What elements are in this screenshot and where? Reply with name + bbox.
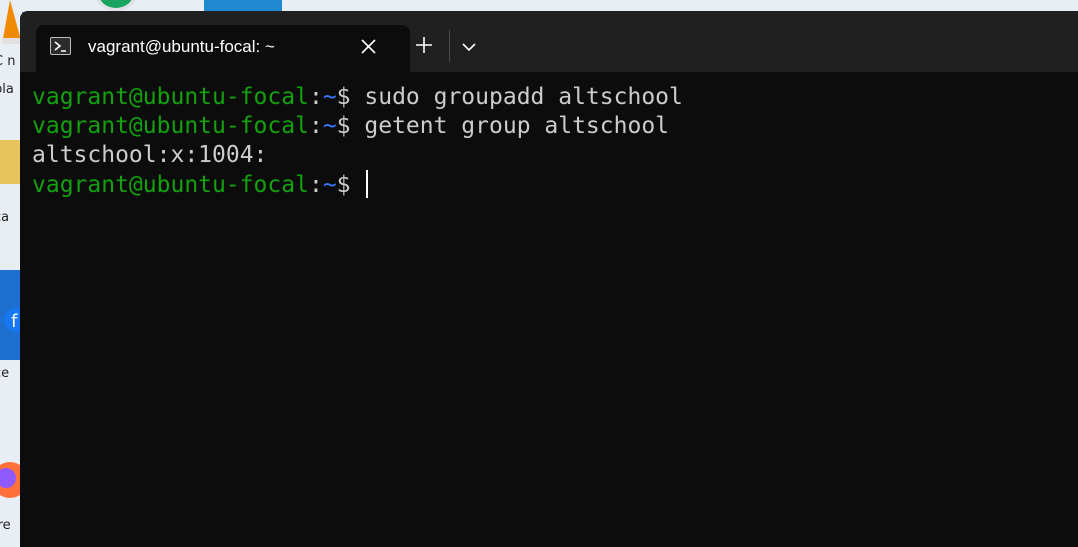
desktop-label-3: ca xyxy=(0,210,10,225)
prompt-path: ~ xyxy=(322,113,337,139)
chevron-down-icon[interactable] xyxy=(458,37,480,57)
desktop-background: C n pla ca f ce ire xyxy=(0,0,22,547)
prompt-sep: : xyxy=(308,113,323,139)
terminal-line: vagrant@ubuntu-focal:~$ sudo groupadd al… xyxy=(32,83,1078,112)
desktop-label-1: C n xyxy=(0,54,16,69)
prompt-sep: : xyxy=(308,172,323,198)
close-icon[interactable] xyxy=(356,34,382,60)
facebook-icon[interactable]: f xyxy=(2,300,22,340)
prompt-user: vagrant@ubuntu-focal xyxy=(32,113,309,139)
titlebar-divider xyxy=(449,30,450,62)
prompt-symbol: $ xyxy=(336,172,365,198)
desktop-label-4: ce xyxy=(0,366,10,381)
terminal-window: vagrant@ubuntu-focal: ~ vagrant@ubuntu-f… xyxy=(20,11,1078,547)
terminal-line: altschool:x:1004: xyxy=(32,141,1078,170)
prompt-symbol: $ xyxy=(336,84,365,110)
vlc-icon[interactable] xyxy=(2,0,22,44)
folder-icon[interactable] xyxy=(0,140,20,184)
plus-icon[interactable] xyxy=(412,33,436,57)
text-cursor xyxy=(366,170,369,198)
command-text: sudo groupadd altschool xyxy=(364,84,683,110)
svg-text:f: f xyxy=(11,311,18,332)
prompt-sep: : xyxy=(308,84,323,110)
desktop-label-5: ire xyxy=(0,518,11,533)
prompt-path: ~ xyxy=(322,172,337,198)
terminal-line: vagrant@ubuntu-focal:~$ getent group alt… xyxy=(32,112,1078,141)
tab-title: vagrant@ubuntu-focal: ~ xyxy=(88,37,275,56)
title-bar: vagrant@ubuntu-focal: ~ xyxy=(20,11,1078,72)
command-text: getent group altschool xyxy=(364,113,670,139)
desktop-label-2: pla xyxy=(0,82,14,97)
prompt-user: vagrant@ubuntu-focal xyxy=(32,84,309,110)
prompt-path: ~ xyxy=(322,84,337,110)
terminal-output[interactable]: vagrant@ubuntu-focal:~$ sudo groupadd al… xyxy=(32,83,1078,547)
command-output: altschool:x:1004: xyxy=(32,142,268,168)
prompt-symbol: $ xyxy=(336,113,365,139)
firefox-icon[interactable] xyxy=(0,448,22,512)
terminal-line: vagrant@ubuntu-focal:~$ xyxy=(32,170,1078,199)
tab-terminal[interactable]: vagrant@ubuntu-focal: ~ xyxy=(36,25,410,72)
powershell-icon xyxy=(50,37,71,55)
prompt-user: vagrant@ubuntu-focal xyxy=(32,172,309,198)
